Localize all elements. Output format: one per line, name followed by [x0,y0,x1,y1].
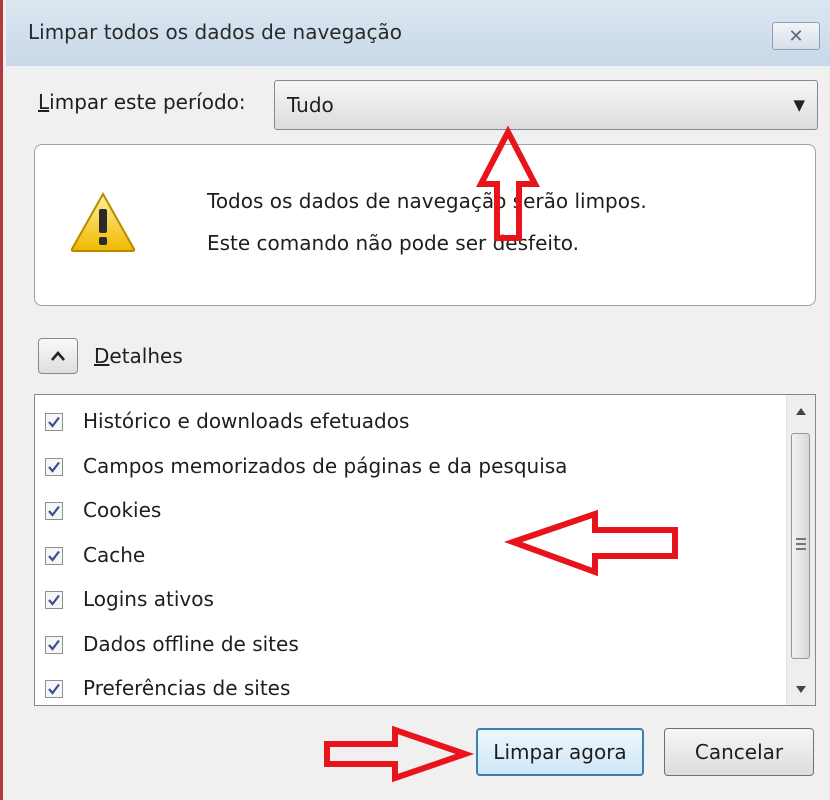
list-item-form-search[interactable]: Campos memorizados de páginas e da pesqu… [35,446,785,491]
checkmark-icon [48,594,60,606]
title-bar[interactable]: Limpar todos os dados de navegação ✕ [6,0,830,66]
warning-line-2: Este comando não pode ser desfeito. [207,231,580,255]
list-item-logins[interactable]: Logins ativos [35,579,785,624]
list-item-label: Cache [83,542,146,567]
warning-panel: Todos os dados de navegação serão limpos… [34,144,816,306]
checkbox[interactable] [45,457,63,476]
arrow-up-icon [796,407,806,415]
scroll-thumb[interactable] [791,433,810,659]
dialog-body: Limpar este período: Tudo ▼ Todos os dad… [6,66,830,800]
details-label-text: etalhes [109,344,183,368]
list-item-label: Campos memorizados de páginas e da pesqu… [83,453,568,478]
checkmark-icon [48,683,60,695]
list-item-offline-data[interactable]: Dados offline de sites [35,624,785,669]
warning-line-1: Todos os dados de navegação serão limpos… [207,189,647,213]
vertical-scrollbar[interactable] [786,395,815,705]
grip-icon [796,538,806,553]
warning-triangle-icon [70,191,136,252]
checkbox[interactable] [45,546,63,565]
period-dropdown[interactable]: Tudo ▼ [274,80,818,130]
data-items: Histórico e downloads efetuados Campos m… [35,401,785,705]
period-label-text: impar este período: [49,90,246,114]
arrow-down-icon [796,685,806,693]
list-item-cookies[interactable]: Cookies [35,490,785,535]
period-selected-value: Tudo [287,93,334,117]
checkbox[interactable] [45,591,63,609]
details-toggle-button[interactable] [38,338,78,374]
scroll-up-button[interactable] [787,395,815,427]
window-title: Limpar todos os dados de navegação [28,20,403,44]
list-item-cache[interactable]: Cache [35,535,785,580]
checkbox[interactable] [45,502,63,520]
list-item-label: Cookies [83,498,162,522]
checkmark-icon [48,461,60,473]
list-item-history[interactable]: Histórico e downloads efetuados [35,401,785,446]
data-items-list[interactable]: Histórico e downloads efetuados Campos m… [34,394,816,706]
checkbox[interactable] [45,680,63,698]
checkbox[interactable] [45,413,63,431]
clear-now-button[interactable]: Limpar agora [476,728,644,776]
list-item-label: Logins ativos [83,587,214,611]
chevron-up-icon [51,351,65,361]
list-item-label: Preferências de sites [83,676,291,700]
checkmark-icon [48,505,60,517]
checkbox[interactable] [45,635,63,654]
list-item-label: Dados offline de sites [83,631,299,656]
period-label-accesskey: L [38,90,50,114]
clear-history-dialog: Limpar todos os dados de navegação ✕ Lim… [0,0,830,800]
details-label[interactable]: Detalhes [94,344,183,368]
scroll-down-button[interactable] [787,673,815,705]
close-icon: ✕ [788,25,804,47]
list-item-label: Histórico e downloads efetuados [83,409,410,433]
checkmark-icon [48,639,60,651]
cancel-button[interactable]: Cancelar [664,728,814,776]
details-label-accesskey: D [94,344,110,368]
close-button[interactable]: ✕ [772,22,820,50]
chevron-down-icon: ▼ [793,96,805,114]
checkmark-icon [48,416,60,428]
checkmark-icon [48,550,60,562]
list-item-site-preferences[interactable]: Preferências de sites [35,668,785,705]
period-label: Limpar este período: [38,90,246,114]
